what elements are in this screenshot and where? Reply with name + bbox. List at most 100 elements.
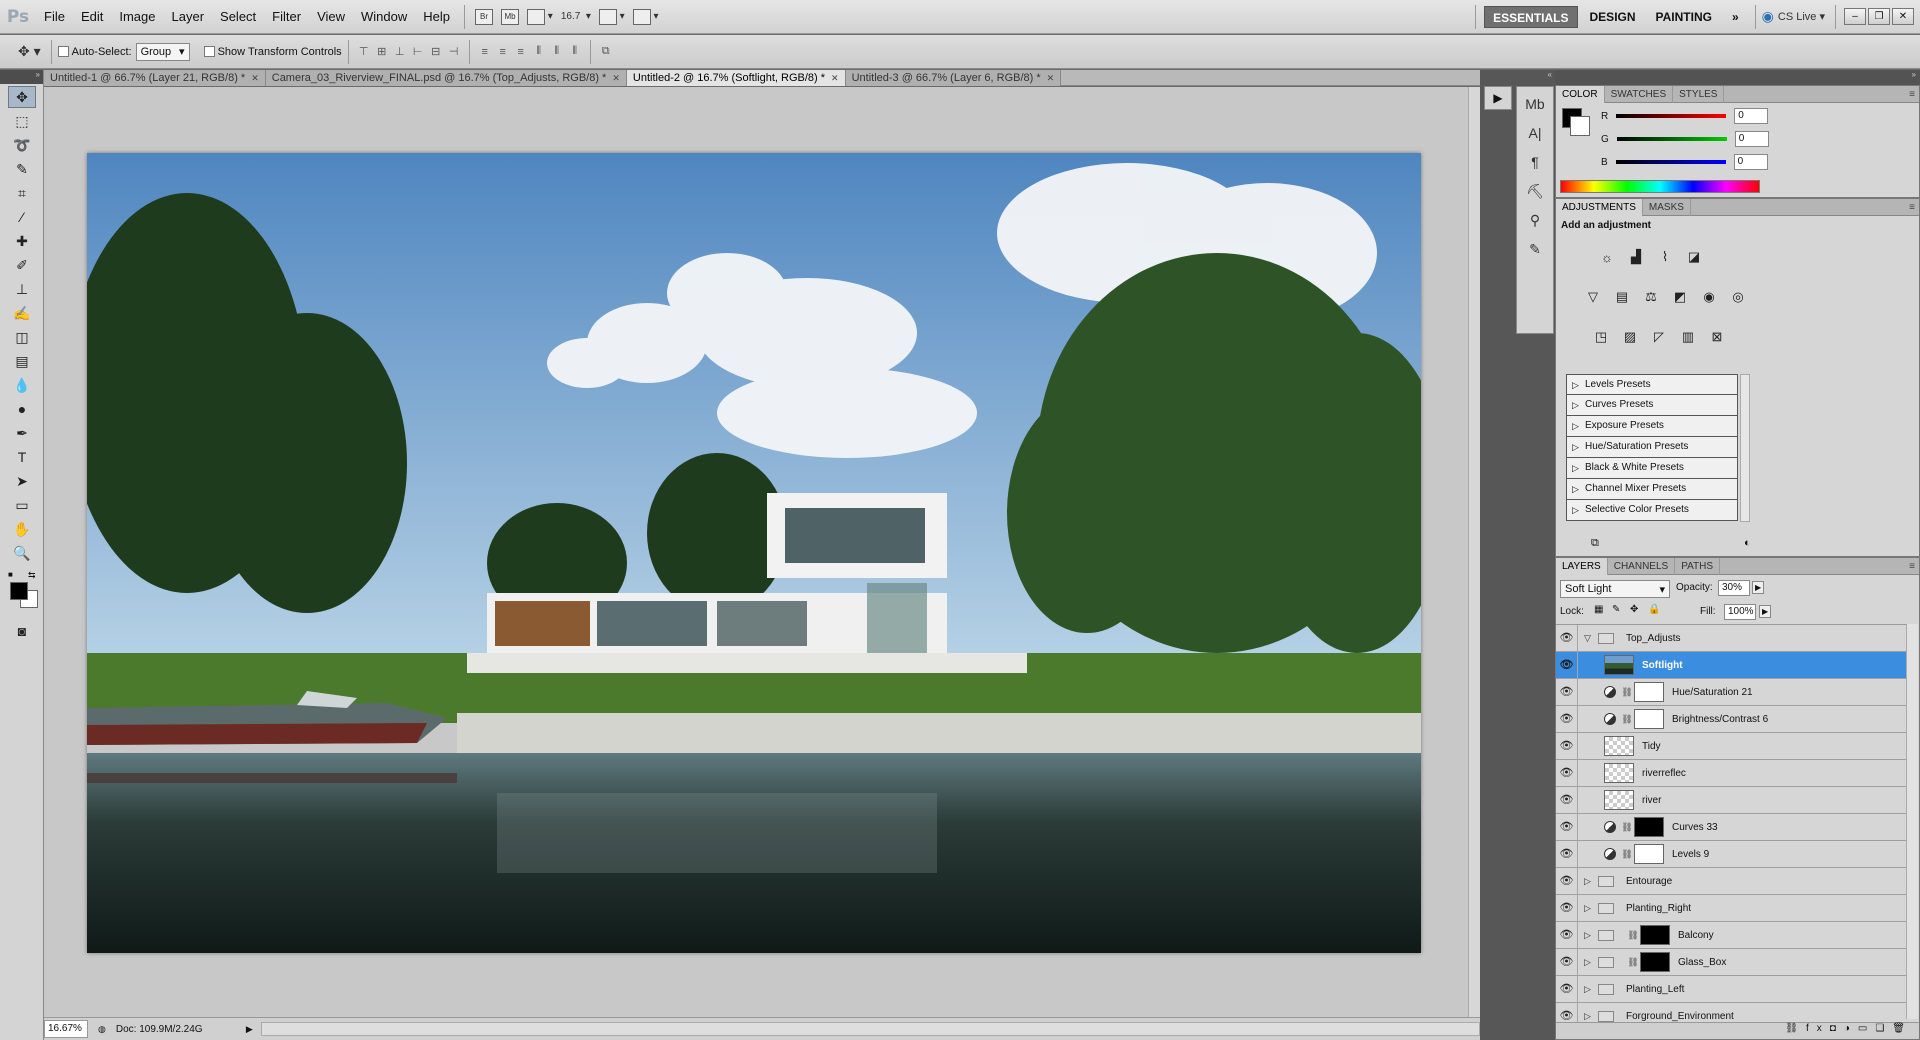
show-transform-checkbox[interactable]	[203, 46, 215, 57]
fill-slider-arrow-icon[interactable]: ▶	[1759, 605, 1772, 618]
workspace-essentials[interactable]: ESSENTIALS	[1484, 5, 1578, 28]
expand-group-icon[interactable]: ▷	[1584, 957, 1598, 968]
document-image[interactable]	[87, 153, 1421, 953]
layer-style-icon[interactable]: fx	[1806, 1023, 1830, 1034]
mask-link-icon[interactable]: ⛓	[1626, 957, 1640, 968]
menu-window[interactable]: Window	[353, 0, 415, 34]
align-left-icon[interactable]: ⊢	[409, 44, 427, 60]
black-white-icon[interactable]: ◩	[1669, 286, 1691, 308]
bridge-button[interactable]: Br	[475, 6, 494, 28]
layer-row[interactable]: 👁 river	[1556, 787, 1906, 814]
close-tab-icon[interactable]: ✕	[831, 73, 839, 83]
layer-row[interactable]: 👁 ⛓ Curves 33	[1556, 814, 1906, 841]
type-tool-icon[interactable]: T	[8, 446, 36, 468]
eyedropper-tool-icon[interactable]: ⁄	[8, 206, 36, 228]
workspace-more[interactable]: »	[1724, 6, 1747, 28]
eraser-tool-icon[interactable]: ◫	[8, 326, 36, 348]
mask-link-icon[interactable]: ⛓	[1620, 849, 1634, 860]
mask-thumbnail[interactable]	[1640, 952, 1670, 972]
menu-view[interactable]: View	[309, 0, 353, 34]
distribute-vcenter-icon[interactable]: ≡	[494, 44, 512, 60]
mask-thumbnail[interactable]	[1634, 709, 1664, 729]
invert-icon[interactable]: ◳	[1590, 326, 1612, 348]
blue-value-input[interactable]: 0	[1733, 154, 1768, 170]
layer-row[interactable]: 👁 ⛓ Brightness/Contrast 6	[1556, 706, 1906, 733]
tab-masks[interactable]: MASKS	[1643, 199, 1691, 216]
align-top-icon[interactable]: ⊤	[355, 44, 373, 60]
crop-tool-icon[interactable]: ⌗	[8, 182, 36, 204]
zoom-tool-icon[interactable]: 🔍	[8, 542, 36, 564]
default-colors-icon[interactable]: ■	[8, 570, 13, 579]
visibility-eye-icon[interactable]: 👁	[1556, 949, 1578, 975]
lock-transparency-icon[interactable]: ▦	[1594, 604, 1603, 615]
close-tab-icon[interactable]: ✕	[612, 73, 620, 83]
green-slider[interactable]	[1616, 137, 1727, 141]
threshold-icon[interactable]: ◸	[1648, 326, 1670, 348]
visibility-eye-icon[interactable]: 👁	[1556, 922, 1578, 948]
tab-layers[interactable]: LAYERS	[1556, 558, 1608, 575]
path-selection-tool-icon[interactable]: ➤	[8, 470, 36, 492]
layer-row[interactable]: 👁 Tidy	[1556, 733, 1906, 760]
document-canvas-area[interactable]	[44, 87, 1480, 1017]
toolbox-collapse-icon[interactable]: »	[0, 70, 43, 84]
layer-row[interactable]: 👁 ▷ Forground_Environment	[1556, 1003, 1906, 1024]
close-button[interactable]: ✕	[1892, 8, 1914, 25]
clone-source-icon[interactable]: ⚲	[1521, 208, 1549, 232]
layer-row[interactable]: 👁 ▽ Top_Adjusts	[1556, 625, 1906, 652]
panel-menu-icon[interactable]: ≡	[1909, 199, 1915, 215]
color-balance-icon[interactable]: ⚖	[1640, 286, 1662, 308]
blur-tool-icon[interactable]: 💧	[8, 374, 36, 396]
new-group-icon[interactable]: ▭	[1858, 1023, 1875, 1034]
vibrance-icon[interactable]: ▽	[1582, 286, 1604, 308]
status-menu-arrow-icon[interactable]: ▶	[246, 1024, 253, 1035]
mask-link-icon[interactable]: ⛓	[1620, 714, 1634, 725]
document-tab[interactable]: Untitled-3 @ 66.7% (Layer 6, RGB/8) * ✕	[845, 70, 1062, 86]
layer-row[interactable]: 👁 Softlight	[1556, 652, 1906, 679]
arrange-documents-button[interactable]: ▾	[598, 6, 625, 28]
hue-saturation-icon[interactable]: ▤	[1611, 286, 1633, 308]
menu-filter[interactable]: Filter	[264, 0, 309, 34]
mask-link-icon[interactable]: ⛓	[1620, 822, 1634, 833]
gradient-tool-icon[interactable]: ▤	[8, 350, 36, 372]
align-right-icon[interactable]: ⊣	[445, 44, 463, 60]
mask-thumbnail[interactable]	[1634, 844, 1664, 864]
fill-input[interactable]: 100%	[1724, 604, 1756, 620]
collapse-group-icon[interactable]: ▽	[1584, 633, 1598, 644]
menu-file[interactable]: File	[36, 0, 73, 34]
layer-row[interactable]: 👁 ⛓ Levels 9	[1556, 841, 1906, 868]
brush-tool-icon[interactable]: ✐	[8, 254, 36, 276]
new-layer-icon[interactable]: ❏	[1875, 1023, 1892, 1034]
red-slider[interactable]	[1616, 114, 1727, 118]
layer-row[interactable]: 👁 ⛓ Hue/Saturation 21	[1556, 679, 1906, 706]
lock-position-icon[interactable]: ✥	[1630, 604, 1638, 615]
visibility-eye-icon[interactable]: 👁	[1556, 679, 1578, 705]
blue-slider[interactable]	[1615, 160, 1726, 164]
screen-mode-button[interactable]: ▾	[632, 6, 659, 28]
color-swatches[interactable]: ■ ⇆	[6, 570, 43, 618]
dock-expand-icon[interactable]: «	[1480, 70, 1555, 84]
add-mask-icon[interactable]: ◘	[1830, 1023, 1844, 1034]
move-tool-icon[interactable]: ✥	[8, 86, 36, 108]
brush-presets-icon[interactable]: ✎	[1521, 237, 1549, 261]
preset-selective-color[interactable]: ▷ Selective Color Presets	[1566, 500, 1738, 521]
document-tab[interactable]: Untitled-1 @ 66.7% (Layer 21, RGB/8) * ✕	[44, 70, 266, 86]
auto-select-checkbox[interactable]	[57, 46, 69, 57]
distribute-right-icon[interactable]: ⦀	[566, 44, 584, 60]
hand-tool-icon[interactable]: ✋	[8, 518, 36, 540]
distribute-left-icon[interactable]: ⦀	[530, 44, 548, 60]
color-spectrum-bar[interactable]	[1560, 180, 1760, 193]
visibility-toggle-icon[interactable]: ◐	[1744, 537, 1751, 549]
color-bg-swatch[interactable]	[1570, 116, 1590, 136]
opacity-input[interactable]: 30%	[1718, 580, 1750, 596]
distribute-top-icon[interactable]: ≡	[476, 44, 494, 60]
doc-info-icon[interactable]: ◍	[98, 1024, 106, 1035]
tab-adjustments[interactable]: ADJUSTMENTS	[1556, 199, 1643, 216]
tab-channels[interactable]: CHANNELS	[1608, 558, 1676, 575]
document-tab-active[interactable]: Untitled-2 @ 16.7% (Softlight, RGB/8) * ✕	[626, 70, 846, 86]
gradient-map-icon[interactable]: ▥	[1677, 326, 1699, 348]
menu-layer[interactable]: Layer	[164, 0, 213, 34]
panel-menu-icon[interactable]: ≡	[1909, 86, 1915, 102]
auto-select-dropdown[interactable]: Group ▾	[135, 42, 190, 61]
posterize-icon[interactable]: ▨	[1619, 326, 1641, 348]
lock-image-icon[interactable]: ✎	[1612, 604, 1620, 615]
